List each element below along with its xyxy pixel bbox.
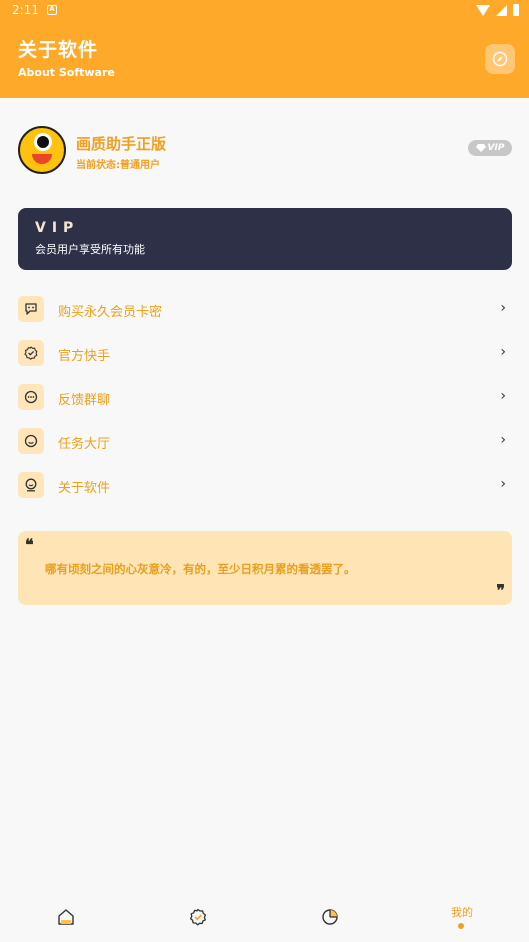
badge-check-icon	[189, 908, 207, 926]
tab-verified[interactable]	[132, 895, 264, 942]
app-name: 画质助手正版	[76, 135, 167, 153]
tab-mine[interactable]: 我的	[396, 895, 528, 942]
compass-icon	[492, 51, 508, 67]
menu-item-label: 关于软件	[58, 481, 111, 496]
vip-badge: VIP	[468, 140, 512, 156]
avatar	[18, 126, 66, 174]
profile-section: 画质助手正版 当前状态:普通用户 VIP	[18, 126, 512, 176]
app-screen: 2:11 A 关于软件 About Software 画质助手正版 当前状态:普…	[0, 0, 529, 942]
quote-open-icon: ❝	[25, 535, 34, 554]
user-circle-icon	[18, 472, 44, 498]
chevron-right-icon: ›	[500, 476, 506, 492]
menu-item-label: 官方快手	[58, 349, 111, 364]
vip-card[interactable]: VIP 会员用户享受所有功能	[18, 208, 512, 270]
chevron-right-icon: ›	[500, 344, 506, 360]
signal-icon	[496, 4, 507, 16]
header: 2:11 A 关于软件 About Software	[0, 0, 529, 98]
vip-title: VIP	[35, 220, 80, 236]
pie-chart-icon	[322, 909, 338, 925]
page-title: 关于软件	[18, 39, 99, 61]
notification-app-icon: A	[47, 5, 57, 15]
tab-mine-label: 我的	[451, 906, 473, 919]
avatar-eye	[34, 133, 52, 151]
active-tab-indicator	[458, 923, 464, 929]
menu-item-label: 购买永久会员卡密	[58, 305, 163, 320]
quote-close-icon: ❞	[496, 581, 505, 600]
chat-icon	[18, 296, 44, 322]
quote-text: 哪有顷刻之间的心灰意冷，有的，至少日积月累的看透罢了。	[45, 562, 356, 576]
status-time: 2:11	[12, 3, 39, 17]
menu-item-feedback-group[interactable]: 反馈群聊 ›	[18, 376, 512, 420]
vip-badge-label: VIP	[487, 143, 505, 153]
chevron-right-icon: ›	[500, 300, 506, 316]
battery-icon	[513, 4, 519, 16]
tab-home[interactable]	[0, 895, 132, 942]
user-status: 当前状态:普通用户	[76, 160, 160, 171]
menu-item-task-hall[interactable]: 任务大厅 ›	[18, 420, 512, 464]
smile-icon	[18, 428, 44, 454]
menu-list: 购买永久会员卡密 › 官方快手 › 反馈群聊 › 任务大厅 › 关于软件 ›	[18, 288, 512, 508]
compass-button[interactable]	[485, 44, 515, 74]
vip-description: 会员用户享受所有功能	[35, 243, 145, 256]
status-icons	[476, 4, 519, 16]
message-dots-icon	[18, 384, 44, 410]
menu-item-buy-membership[interactable]: 购买永久会员卡密 ›	[18, 288, 512, 332]
tab-stats[interactable]	[264, 895, 396, 942]
menu-item-official-kuaishou[interactable]: 官方快手 ›	[18, 332, 512, 376]
menu-item-about-software[interactable]: 关于软件 ›	[18, 464, 512, 508]
chevron-right-icon: ›	[500, 388, 506, 404]
wifi-icon	[476, 4, 490, 16]
diamond-icon	[475, 144, 486, 152]
quote-card: ❝ 哪有顷刻之间的心灰意冷，有的，至少日积月累的看透罢了。 ❞	[18, 531, 512, 605]
badge-check-icon	[18, 340, 44, 366]
menu-item-label: 反馈群聊	[58, 393, 111, 408]
chevron-right-icon: ›	[500, 432, 506, 448]
menu-item-label: 任务大厅	[58, 437, 111, 452]
avatar-mouth	[32, 154, 52, 164]
bottom-nav: 我的	[0, 895, 529, 942]
page-subtitle: About Software	[18, 66, 115, 79]
status-bar: 2:11 A	[0, 0, 529, 22]
home-icon	[58, 909, 74, 925]
